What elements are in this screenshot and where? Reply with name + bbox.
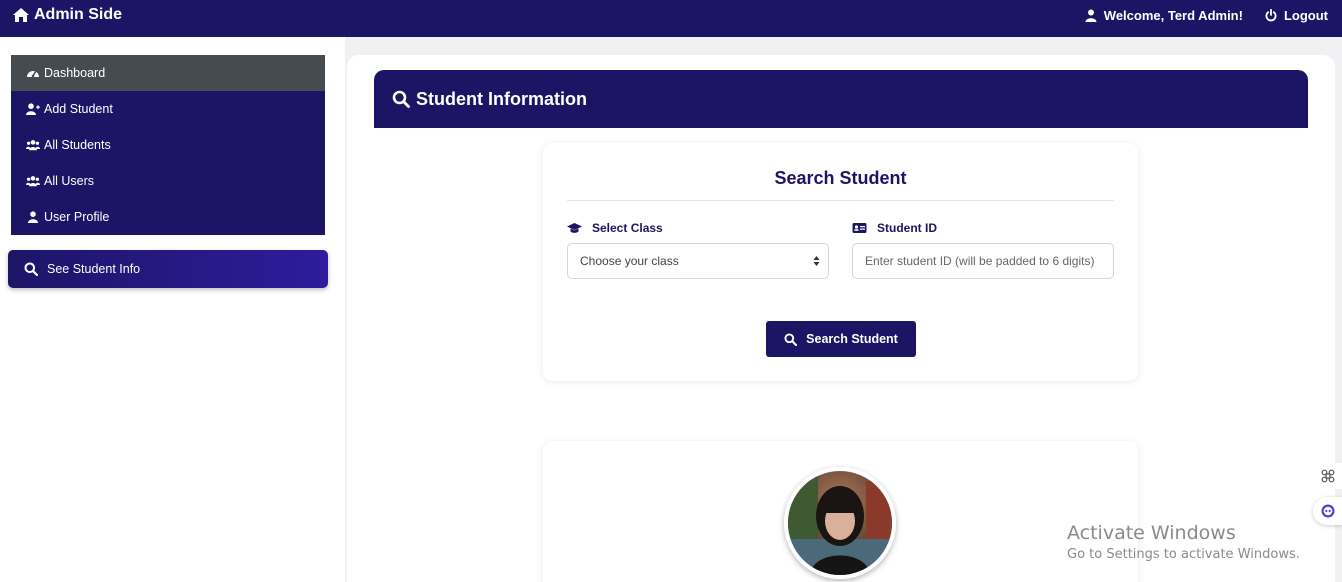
see-student-info-button[interactable]: See Student Info: [8, 250, 328, 288]
home-icon: [13, 8, 29, 22]
logout-button[interactable]: Logout: [1265, 8, 1328, 23]
search-title: Search Student: [774, 168, 907, 188]
assistant-icon: [1321, 504, 1334, 518]
search-icon: [784, 332, 798, 346]
page-title: Student Information: [416, 88, 587, 109]
floating-toolbar: [1313, 463, 1342, 525]
user-plus-icon: [26, 103, 40, 115]
divider: [567, 200, 1114, 201]
sidebar-item-all-students[interactable]: All Students: [11, 127, 325, 163]
brand-title: Admin Side: [34, 6, 123, 23]
command-icon: [1321, 469, 1334, 483]
user-icon: [1085, 9, 1097, 22]
sidebar-item-label: Add Student: [44, 102, 113, 116]
student-photo: [788, 471, 892, 575]
graduation-cap-icon: [567, 223, 582, 233]
avatar: [784, 467, 896, 579]
logout-label: Logout: [1283, 8, 1328, 23]
welcome-user[interactable]: Welcome, Terd Admin!: [1085, 8, 1243, 23]
activate-windows-watermark: Activate Windows Go to Settings to activ…: [1067, 522, 1300, 562]
sidebar-item-label: Dashboard: [44, 66, 106, 80]
sort-caret-icon: [813, 256, 820, 266]
student-id-input[interactable]: [852, 243, 1114, 279]
sidebar-nav: Dashboard Add Student All Students All U…: [11, 55, 325, 235]
sidebar-item-user-profile[interactable]: User Profile: [11, 199, 325, 235]
activate-windows-title: Activate Windows: [1067, 522, 1236, 544]
search-icon: [392, 90, 410, 108]
search-icon: [24, 262, 38, 276]
welcome-text: Welcome, Terd Admin!: [1103, 8, 1243, 23]
brand[interactable]: Admin Side: [12, 6, 122, 24]
activate-windows-subtitle: Go to Settings to activate Windows.: [1067, 547, 1300, 562]
card-header: Student Information: [374, 70, 1308, 128]
student-id-label-text: Student ID: [877, 221, 937, 235]
search-student-form: Search Student Select Class Student ID C…: [543, 143, 1138, 381]
id-card-icon: [852, 223, 867, 233]
sidebar-item-dashboard[interactable]: Dashboard: [11, 55, 325, 91]
select-class-label-text: Select Class: [592, 221, 663, 235]
class-select[interactable]: Choose your class: [567, 243, 829, 279]
power-icon: [1265, 9, 1277, 22]
users-icon: [26, 176, 40, 187]
search-student-label: Search Student: [806, 332, 898, 346]
users-icon: [26, 140, 40, 151]
user-icon: [28, 211, 38, 223]
select-class-label: Select Class: [567, 221, 663, 235]
see-student-info-label: See Student Info: [47, 262, 141, 276]
sidebar: Dashboard Add Student All Students All U…: [0, 37, 345, 582]
sidebar-item-add-student[interactable]: Add Student: [11, 91, 325, 127]
class-select-value: Choose your class: [580, 254, 679, 268]
search-student-button[interactable]: Search Student: [766, 321, 916, 357]
sidebar-item-all-users[interactable]: All Users: [11, 163, 325, 199]
floating-assistant-button[interactable]: [1313, 497, 1342, 525]
student-profile-card: [543, 441, 1138, 582]
gauge-icon: [27, 71, 39, 78]
top-navbar: Admin Side Welcome, Terd Admin! Logout: [0, 0, 1342, 37]
sidebar-item-label: All Students: [44, 138, 111, 152]
floating-apps-button[interactable]: [1313, 463, 1342, 489]
sidebar-item-label: User Profile: [44, 210, 110, 224]
sidebar-item-label: All Users: [44, 174, 95, 188]
student-id-label: Student ID: [852, 221, 937, 235]
